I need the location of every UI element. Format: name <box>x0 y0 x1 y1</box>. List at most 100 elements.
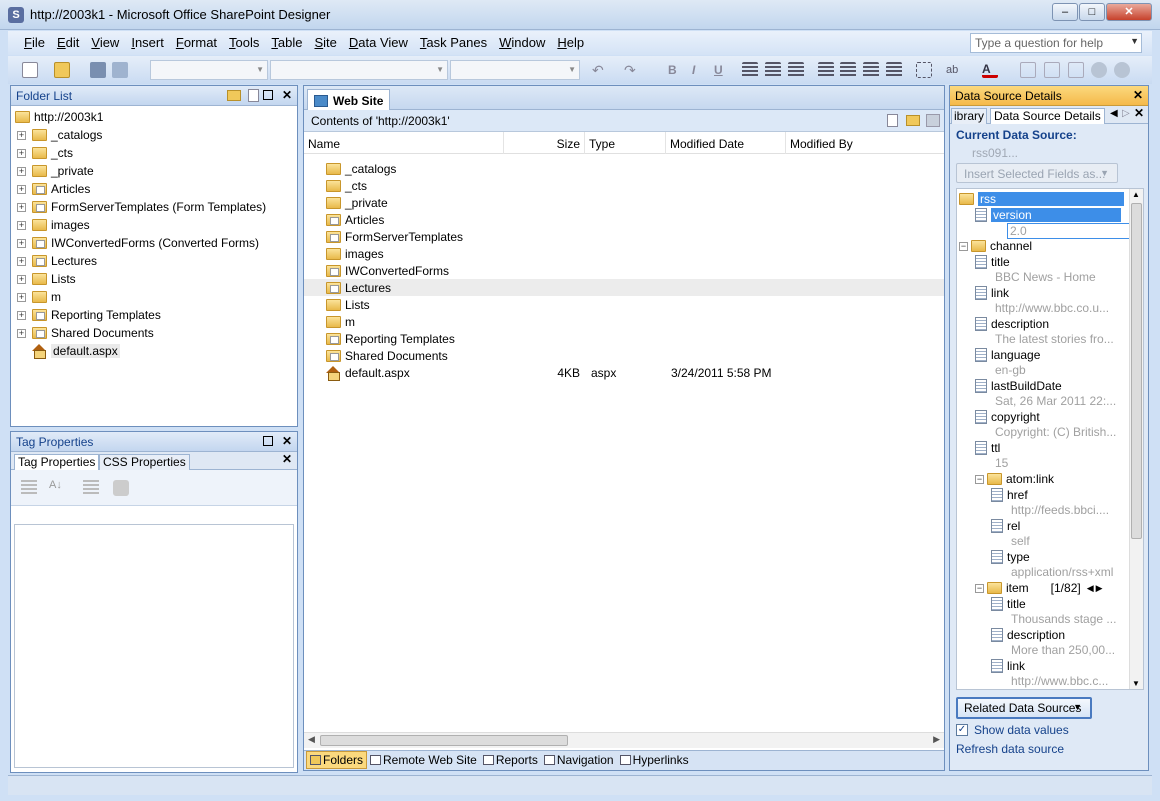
table-row[interactable]: IWConvertedForms <box>304 262 944 279</box>
prev-item-icon[interactable]: ◀ <box>1087 583 1094 594</box>
collapse-icon[interactable]: − <box>975 583 984 593</box>
table-row[interactable]: Articles <box>304 211 944 228</box>
folder-list-item[interactable]: + _private <box>17 162 94 180</box>
data-source-node[interactable]: language <box>975 347 1040 363</box>
tab-css-properties[interactable]: CSS Properties <box>99 454 190 470</box>
table-row[interactable]: Reporting Templates <box>304 330 944 347</box>
tab-remote-web-site[interactable]: Remote Web Site <box>367 751 480 769</box>
expand-icon[interactable]: + <box>17 148 26 158</box>
folder-list-item[interactable]: + IWConvertedForms (Converted Forms) <box>17 234 259 252</box>
data-source-node[interactable]: rss <box>959 191 1124 207</box>
scrollbar-thumb[interactable] <box>1131 203 1142 539</box>
vertical-scrollbar[interactable]: ▲ ▼ <box>1129 189 1143 689</box>
font-select[interactable]: ▼ <box>270 60 448 80</box>
data-source-node[interactable]: link <box>975 285 1009 301</box>
underline-icon[interactable]: U <box>714 62 730 78</box>
column-modified-by[interactable]: Modified By <box>786 132 944 154</box>
close-icon[interactable]: ✕ <box>282 88 292 102</box>
menu-view[interactable]: View <box>85 31 125 50</box>
new-folder-icon[interactable] <box>227 90 241 101</box>
expand-icon[interactable]: + <box>17 328 26 338</box>
folder-list-item[interactable]: + FormServerTemplates (Form Templates) <box>17 198 266 216</box>
maximize-pane-icon[interactable] <box>263 90 273 100</box>
bullet-list-icon[interactable] <box>840 62 856 78</box>
menu-help[interactable]: Help <box>551 31 590 50</box>
expand-icon[interactable]: + <box>17 166 26 176</box>
folder-list-item[interactable]: + images <box>17 216 90 234</box>
folder-list-item[interactable]: default.aspx <box>17 342 120 360</box>
expand-icon[interactable]: + <box>17 238 26 248</box>
data-source-node[interactable]: href <box>991 487 1028 503</box>
redo-icon[interactable]: ↷ <box>624 62 640 78</box>
folder-list-item[interactable]: + m <box>17 288 61 306</box>
next-item-icon[interactable]: ▶ <box>1096 583 1103 594</box>
tab-hyperlinks[interactable]: Hyperlinks <box>617 751 692 769</box>
minimize-button[interactable]: – <box>1052 3 1078 21</box>
folder-list-item[interactable]: + Shared Documents <box>17 324 154 342</box>
insert-fields-button[interactable]: Insert Selected Fields as... ▼ <box>956 163 1118 183</box>
table-row[interactable]: Lectures <box>304 279 944 296</box>
data-source-node[interactable]: description <box>991 627 1065 643</box>
table-row[interactable]: Lists <box>304 296 944 313</box>
column-size[interactable]: Size <box>504 132 585 154</box>
bold-icon[interactable]: B <box>668 62 684 78</box>
data-source-node[interactable]: version <box>975 207 1121 223</box>
align-left-icon[interactable] <box>742 62 758 78</box>
expand-icon[interactable]: + <box>17 274 26 284</box>
expand-icon[interactable]: + <box>17 256 26 266</box>
table-row[interactable]: _catalogs <box>304 160 944 177</box>
layout-icon[interactable] <box>1044 62 1060 78</box>
maximize-button[interactable]: □ <box>1079 3 1105 21</box>
undo-icon[interactable]: ↶ <box>592 62 608 78</box>
open-icon[interactable] <box>54 62 70 78</box>
folder-list-item[interactable]: + Lists <box>17 270 76 288</box>
properties-grid[interactable] <box>14 524 294 768</box>
show-data-values-checkbox[interactable]: ✓ <box>956 724 968 736</box>
table-row[interactable]: _cts <box>304 177 944 194</box>
expand-icon[interactable]: + <box>17 292 26 302</box>
folder-list-item[interactable]: + Lectures <box>17 252 97 270</box>
scroll-tabs-right-icon[interactable]: ▷ <box>1122 108 1130 119</box>
maximize-pane-icon[interactable] <box>263 436 273 446</box>
data-source-node[interactable]: ttl <box>975 440 1000 456</box>
menu-insert[interactable]: Insert <box>125 31 170 50</box>
tab-web-site[interactable]: Web Site <box>307 89 391 110</box>
close-icon[interactable]: ✕ <box>1134 106 1144 120</box>
menu-format[interactable]: Format <box>170 31 223 50</box>
menu-data-view[interactable]: Data View <box>343 31 414 50</box>
chevron-down-icon[interactable]: ▼ <box>1130 36 1139 46</box>
menu-task-panes[interactable]: Task Panes <box>414 31 493 50</box>
borders-icon[interactable] <box>916 62 932 78</box>
table-row[interactable]: images <box>304 245 944 262</box>
table-row[interactable]: FormServerTemplates <box>304 228 944 245</box>
folder-list-item[interactable]: + Articles <box>17 180 90 198</box>
italic-icon[interactable]: I <box>692 62 708 78</box>
menu-window[interactable]: Window <box>493 31 551 50</box>
data-source-node[interactable]: rel <box>991 518 1020 534</box>
expand-icon[interactable]: + <box>17 184 26 194</box>
table-row[interactable]: Shared Documents <box>304 347 944 364</box>
collapse-icon[interactable]: − <box>959 241 968 251</box>
close-button[interactable]: ✕ <box>1106 3 1152 21</box>
align-center-icon[interactable] <box>765 62 781 78</box>
data-source-node[interactable]: − item [1/82] ◀ ▶ <box>975 580 1103 596</box>
indent-icon[interactable] <box>886 62 902 78</box>
related-data-sources-button[interactable]: Related Data Sources ▼ <box>956 697 1092 719</box>
scroll-tabs-left-icon[interactable]: ◀ <box>1110 108 1118 119</box>
help-search-input[interactable]: Type a question for help ▼ <box>970 33 1142 53</box>
tab-reports[interactable]: Reports <box>480 751 541 769</box>
tab-tag-properties[interactable]: Tag Properties <box>14 454 100 470</box>
column-modified-date[interactable]: Modified Date <box>666 132 786 154</box>
categorize-icon[interactable] <box>21 480 37 496</box>
data-source-node[interactable]: − channel <box>959 238 1032 254</box>
expand-icon[interactable]: + <box>17 310 26 320</box>
data-source-node[interactable]: type <box>991 549 1030 565</box>
folder-list-item[interactable]: + _catalogs <box>17 126 102 144</box>
preview-icon[interactable] <box>112 62 128 78</box>
menu-table[interactable]: Table <box>265 31 308 50</box>
size-select[interactable]: ▼ <box>450 60 580 80</box>
data-source-node[interactable]: − atom:link <box>975 471 1054 487</box>
close-icon[interactable]: ✕ <box>282 452 292 466</box>
tab-data-source-details[interactable]: Data Source Details <box>990 108 1105 124</box>
table-row[interactable]: _private <box>304 194 944 211</box>
